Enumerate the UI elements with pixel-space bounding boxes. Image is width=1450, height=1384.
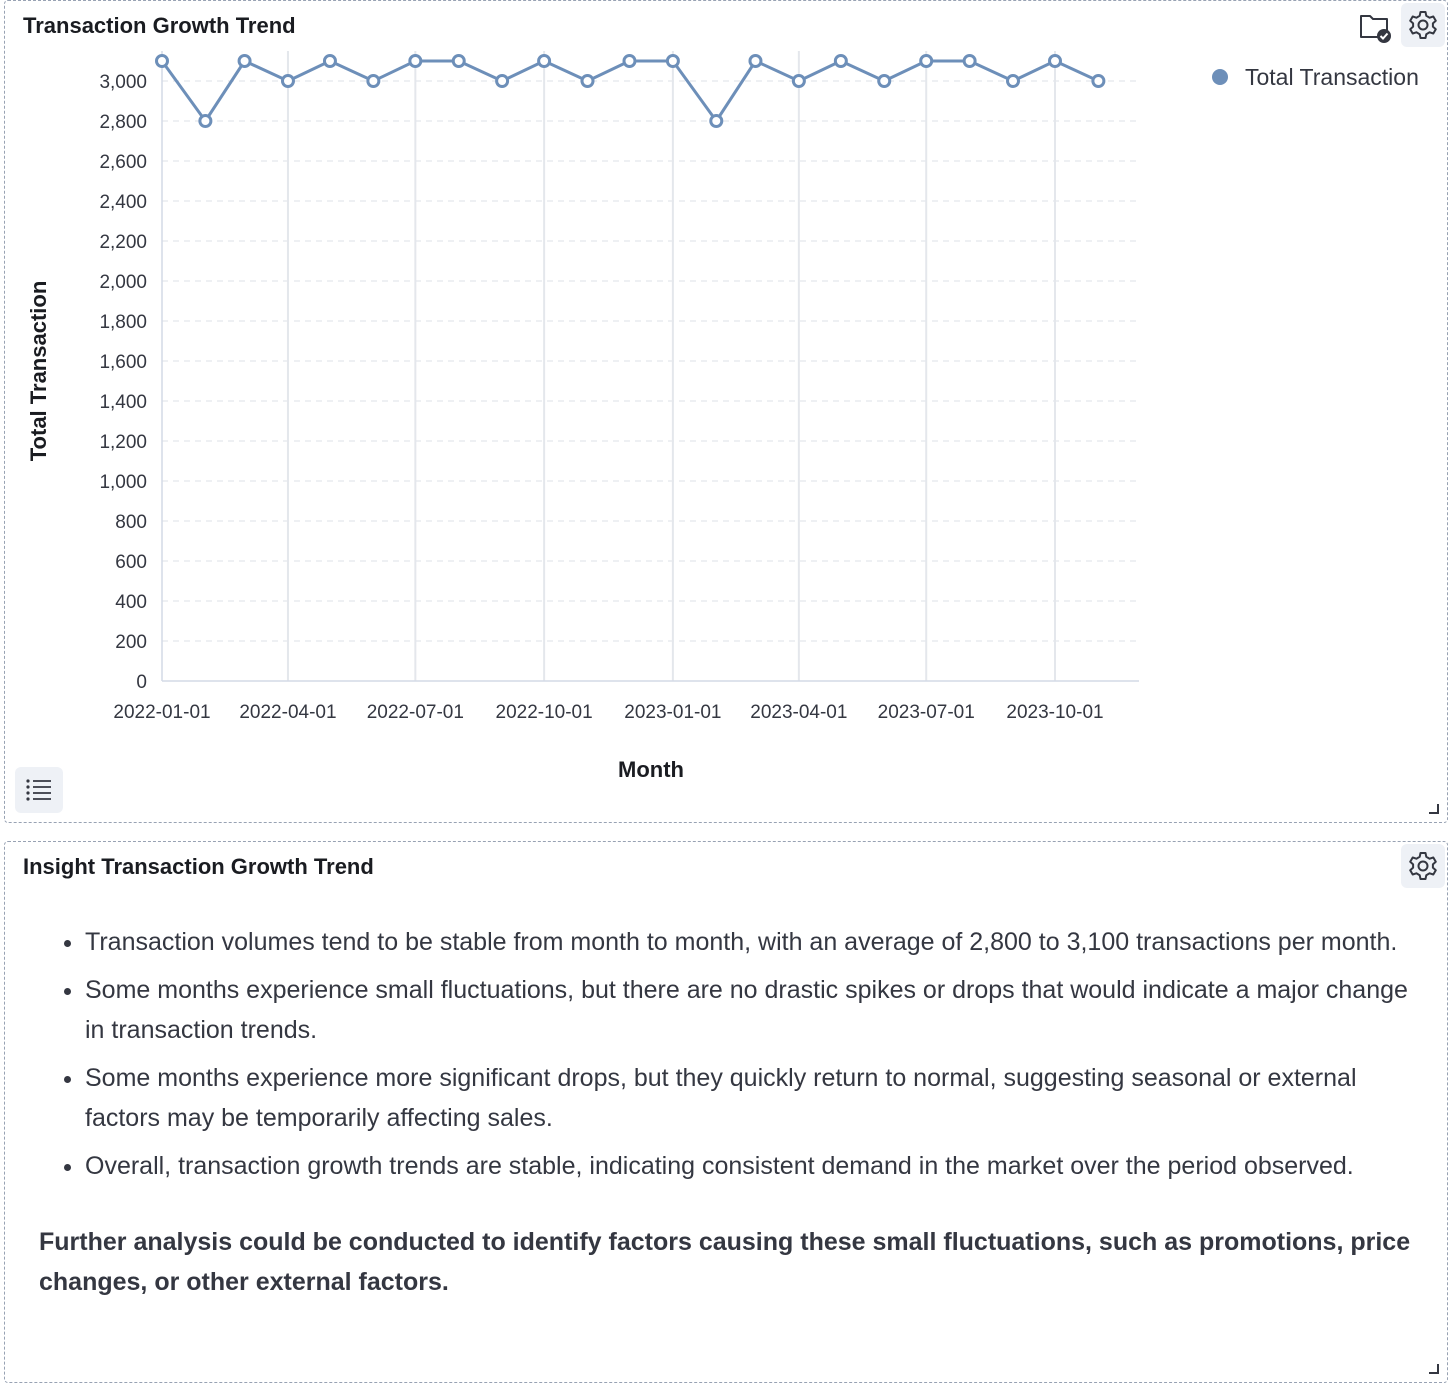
insight-settings-button[interactable] xyxy=(1401,844,1445,888)
insight-bullet: Some months experience more significant … xyxy=(85,1058,1423,1138)
data-point xyxy=(622,54,637,68)
x-tick-label: 2022-07-01 xyxy=(367,702,464,723)
data-point xyxy=(833,54,848,68)
insight-panel-title: Insight Transaction Growth Trend xyxy=(23,854,374,879)
data-point xyxy=(877,74,892,88)
chart-panel: Transaction Growth Trend 0 200 400 600 800 1,… xyxy=(4,0,1448,823)
data-point xyxy=(451,54,466,68)
y-tick-label: 2,400 xyxy=(99,192,147,213)
x-tick-label: 2023-10-01 xyxy=(1006,702,1103,723)
x-tick-label: 2023-04-01 xyxy=(750,702,847,723)
y-tick-label: 1,600 xyxy=(99,352,147,373)
y-tick-label: 1,000 xyxy=(99,472,147,493)
insight-conclusion: Further analysis could be conducted to i… xyxy=(39,1228,1411,1296)
y-tick-label: 2,000 xyxy=(99,272,147,293)
y-tick-label: 200 xyxy=(115,632,147,653)
x-tick-label: 2023-07-01 xyxy=(878,702,975,723)
data-point xyxy=(495,74,510,88)
data-point xyxy=(198,114,213,128)
data-point xyxy=(580,74,595,88)
x-tick-label: 2022-04-01 xyxy=(239,702,336,723)
y-tick-label: 2,600 xyxy=(99,152,147,173)
data-point xyxy=(1048,54,1062,68)
data-point xyxy=(280,74,295,88)
insight-body: Transaction volumes tend to be stable fr… xyxy=(23,922,1423,1302)
line-chart: 0 200 400 600 800 1,000 1,200 1,400 1,600 1,800 2,… xyxy=(26,51,1419,782)
data-point xyxy=(665,54,680,68)
x-axis-title: Month xyxy=(618,757,684,782)
insight-bullet-list: Transaction volumes tend to be stable fr… xyxy=(23,922,1423,1186)
insight-bullet: Some months experience small fluctuation… xyxy=(85,970,1423,1050)
data-point xyxy=(919,54,934,68)
y-tick-label: 800 xyxy=(115,512,147,533)
y-tick-label: 0 xyxy=(136,672,147,693)
x-tick-label: 2022-01-01 xyxy=(113,702,210,723)
data-point xyxy=(237,54,252,68)
data-point xyxy=(537,54,552,68)
y-tick-label: 3,000 xyxy=(99,72,147,93)
y-tick-label: 600 xyxy=(115,552,147,573)
y-tick-label: 1,400 xyxy=(99,392,147,413)
data-point xyxy=(748,54,763,68)
legend-marker xyxy=(1212,69,1228,85)
legend-label: Total Transaction xyxy=(1245,64,1419,90)
x-tick-label: 2022-10-01 xyxy=(496,702,593,723)
data-point xyxy=(1006,74,1021,88)
legend-toggle-button[interactable] xyxy=(15,767,63,813)
data-point xyxy=(1091,74,1106,88)
y-tick-label: 1,200 xyxy=(99,432,147,453)
y-tick-label: 400 xyxy=(115,592,147,613)
insight-panel: Insight Transaction Growth Trend Transac… xyxy=(4,841,1448,1383)
gear-icon xyxy=(1409,852,1437,880)
y-tick-label: 2,200 xyxy=(99,232,147,253)
series-line xyxy=(160,59,1100,123)
insight-bullet: Transaction volumes tend to be stable fr… xyxy=(85,922,1423,962)
data-point xyxy=(408,54,423,68)
x-tick-label: 2023-01-01 xyxy=(624,702,721,723)
insight-bullet: Overall, transaction growth trends are s… xyxy=(85,1146,1423,1186)
data-point xyxy=(791,74,806,88)
data-point xyxy=(962,54,977,68)
chart-resize-handle[interactable] xyxy=(1429,804,1439,814)
data-point xyxy=(366,74,381,88)
data-point xyxy=(709,114,724,128)
y-axis-title: Total Transaction xyxy=(26,281,51,462)
data-point xyxy=(155,54,169,68)
y-tick-label: 2,800 xyxy=(99,112,147,133)
y-tick-label: 1,800 xyxy=(99,312,147,333)
data-point xyxy=(322,54,337,68)
list-icon xyxy=(26,779,51,801)
insight-resize-handle[interactable] xyxy=(1429,1364,1439,1374)
